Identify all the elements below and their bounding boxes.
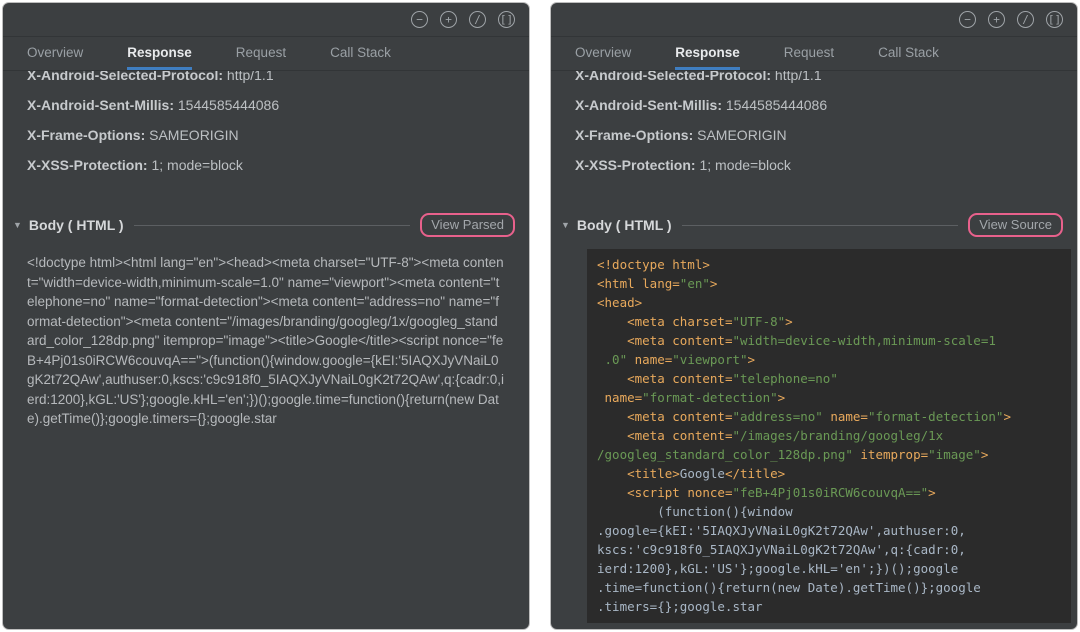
response-header: X-Frame-Options: SAMEORIGIN (27, 127, 505, 144)
code-line: <meta content="width=device-width,minimu… (597, 331, 1061, 350)
code-line: /googleg_standard_color_128dp.png" itemp… (597, 445, 1061, 464)
response-header: X-Android-Selected-Protocol: http/1.1 (27, 71, 505, 84)
toolbar-icons: −+ ∕ [] (959, 11, 1063, 28)
header-name: X-Android-Sent-Millis: (27, 97, 178, 113)
code-line: <title>Google</title> (597, 464, 1061, 483)
zoom-out-icon[interactable]: − (411, 11, 428, 28)
response-header: X-Android-Selected-Protocol: http/1.1 (575, 71, 1053, 84)
tab-response[interactable]: Response (675, 37, 740, 70)
headers-list: X-Android-Selected-Protocol: http/1.1X-A… (3, 71, 529, 187)
zoom-in-icon[interactable]: + (440, 11, 457, 28)
header-name: X-Android-Selected-Protocol: (27, 71, 227, 83)
zoom-to-fit-icon[interactable]: [] (498, 11, 515, 28)
zoom-toolbar: −+ ∕ [] (3, 3, 529, 37)
source-code[interactable]: <!doctype html><html lang="en"><head> <m… (587, 249, 1071, 623)
zoom-to-fit-icon[interactable]: [] (1046, 11, 1063, 28)
response-header: X-XSS-Protection: 1; mode=block (575, 157, 1053, 174)
header-name: X-Android-Selected-Protocol: (575, 71, 775, 83)
reset-zoom-icon[interactable]: ∕ (1017, 11, 1034, 28)
code-line: .timers={};google.star (597, 597, 1061, 616)
response-header: X-Android-Sent-Millis: 1544585444086 (575, 97, 1053, 114)
code-line: <head> (597, 293, 1061, 312)
reset-zoom-icon[interactable]: ∕ (469, 11, 486, 28)
network-response-panel-source: −+∕[] OverviewResponseRequestCall Stack … (2, 2, 530, 630)
zoom-in-icon[interactable]: + (988, 11, 1005, 28)
header-value: 1544585444086 (178, 97, 279, 113)
code-line: kscs:'c9c918f0_5IAQXJyVNaiL0gK2t72QAw',q… (597, 540, 1061, 559)
code-line: (function(){window (597, 502, 1061, 521)
body-section-header: ▼ Body ( HTML ) View Source (551, 213, 1077, 237)
code-line: ierd:1200},kGL:'US'};google.kHL='en';})(… (597, 559, 1061, 578)
response-header: X-XSS-Protection: 1; mode=block (27, 157, 505, 174)
collapse-arrow-icon[interactable]: ▼ (561, 220, 570, 230)
toolbar-icons: −+ ∕ [] (411, 11, 515, 28)
network-response-panel-parsed: −+∕[] OverviewResponseRequestCall Stack … (550, 2, 1078, 630)
zoom-out-icon[interactable]: − (959, 11, 976, 28)
header-value: 1; mode=block (151, 157, 242, 173)
code-line: .time=function(){return(new Date).getTim… (597, 578, 1061, 597)
header-value: SAMEORIGIN (697, 127, 786, 143)
code-line: name="format-detection"> (597, 388, 1061, 407)
body-section-title: Body ( HTML ) (29, 217, 124, 233)
response-header: X-Android-Sent-Millis: 1544585444086 (27, 97, 505, 114)
header-name: X-Frame-Options: (575, 127, 697, 143)
header-name: X-Android-Sent-Millis: (575, 97, 726, 113)
code-line: <!doctype html> (597, 255, 1061, 274)
header-name: X-Frame-Options: (27, 127, 149, 143)
header-value: http/1.1 (775, 71, 822, 83)
header-name: X-XSS-Protection: (27, 157, 151, 173)
zoom-toolbar: −+ ∕ [] (551, 3, 1077, 37)
header-name: X-XSS-Protection: (575, 157, 699, 173)
code-line: <meta charset="UTF-8"> (597, 312, 1061, 331)
header-value: 1; mode=block (699, 157, 790, 173)
code-line: <script nonce="feB+4Pj01s0iRCW6couvqA=="… (597, 483, 1061, 502)
tab-overview[interactable]: Overview (575, 37, 631, 70)
tab-request[interactable]: Request (784, 37, 834, 70)
view-source-button[interactable]: View Source (968, 213, 1063, 237)
response-content: X-Android-Selected-Protocol: http/1.1X-A… (551, 71, 1077, 629)
tabs: Overview Response Request Call Stack (551, 37, 1077, 71)
code-line: .google={kEI:'5IAQXJyVNaiL0gK2t72QAw',au… (597, 521, 1061, 540)
tab-call-stack[interactable]: Call Stack (878, 37, 939, 70)
tab-request[interactable]: Request (236, 37, 286, 70)
body-area: <!doctype html><html lang="en"><head> <m… (551, 237, 1077, 629)
response-header: X-Frame-Options: SAMEORIGIN (575, 127, 1053, 144)
code-line: <meta content="/images/branding/googleg/… (597, 426, 1061, 445)
code-line: <meta content="telephone=no" (597, 369, 1061, 388)
body-area: <!doctype html><html lang="en"><head><me… (3, 237, 529, 629)
view-parsed-button[interactable]: View Parsed (420, 213, 515, 237)
tab-call-stack[interactable]: Call Stack (330, 37, 391, 70)
header-value: SAMEORIGIN (149, 127, 238, 143)
divider (134, 225, 411, 226)
tab-response[interactable]: Response (127, 37, 192, 70)
response-content: X-Android-Selected-Protocol: http/1.1X-A… (3, 71, 529, 629)
body-section-header: ▼ Body ( HTML ) View Parsed (3, 213, 529, 237)
header-value: 1544585444086 (726, 97, 827, 113)
headers-list: X-Android-Selected-Protocol: http/1.1X-A… (551, 71, 1077, 187)
tab-overview[interactable]: Overview (27, 37, 83, 70)
body-section-title: Body ( HTML ) (577, 217, 672, 233)
divider (682, 225, 959, 226)
header-value: http/1.1 (227, 71, 274, 83)
code-line: <meta content="address=no" name="format-… (597, 407, 1061, 426)
code-line: <html lang="en"> (597, 274, 1061, 293)
tabs: Overview Response Request Call Stack (3, 37, 529, 71)
response-body-raw: <!doctype html><html lang="en"><head><me… (27, 253, 505, 429)
collapse-arrow-icon[interactable]: ▼ (13, 220, 22, 230)
code-line: .0" name="viewport"> (597, 350, 1061, 369)
